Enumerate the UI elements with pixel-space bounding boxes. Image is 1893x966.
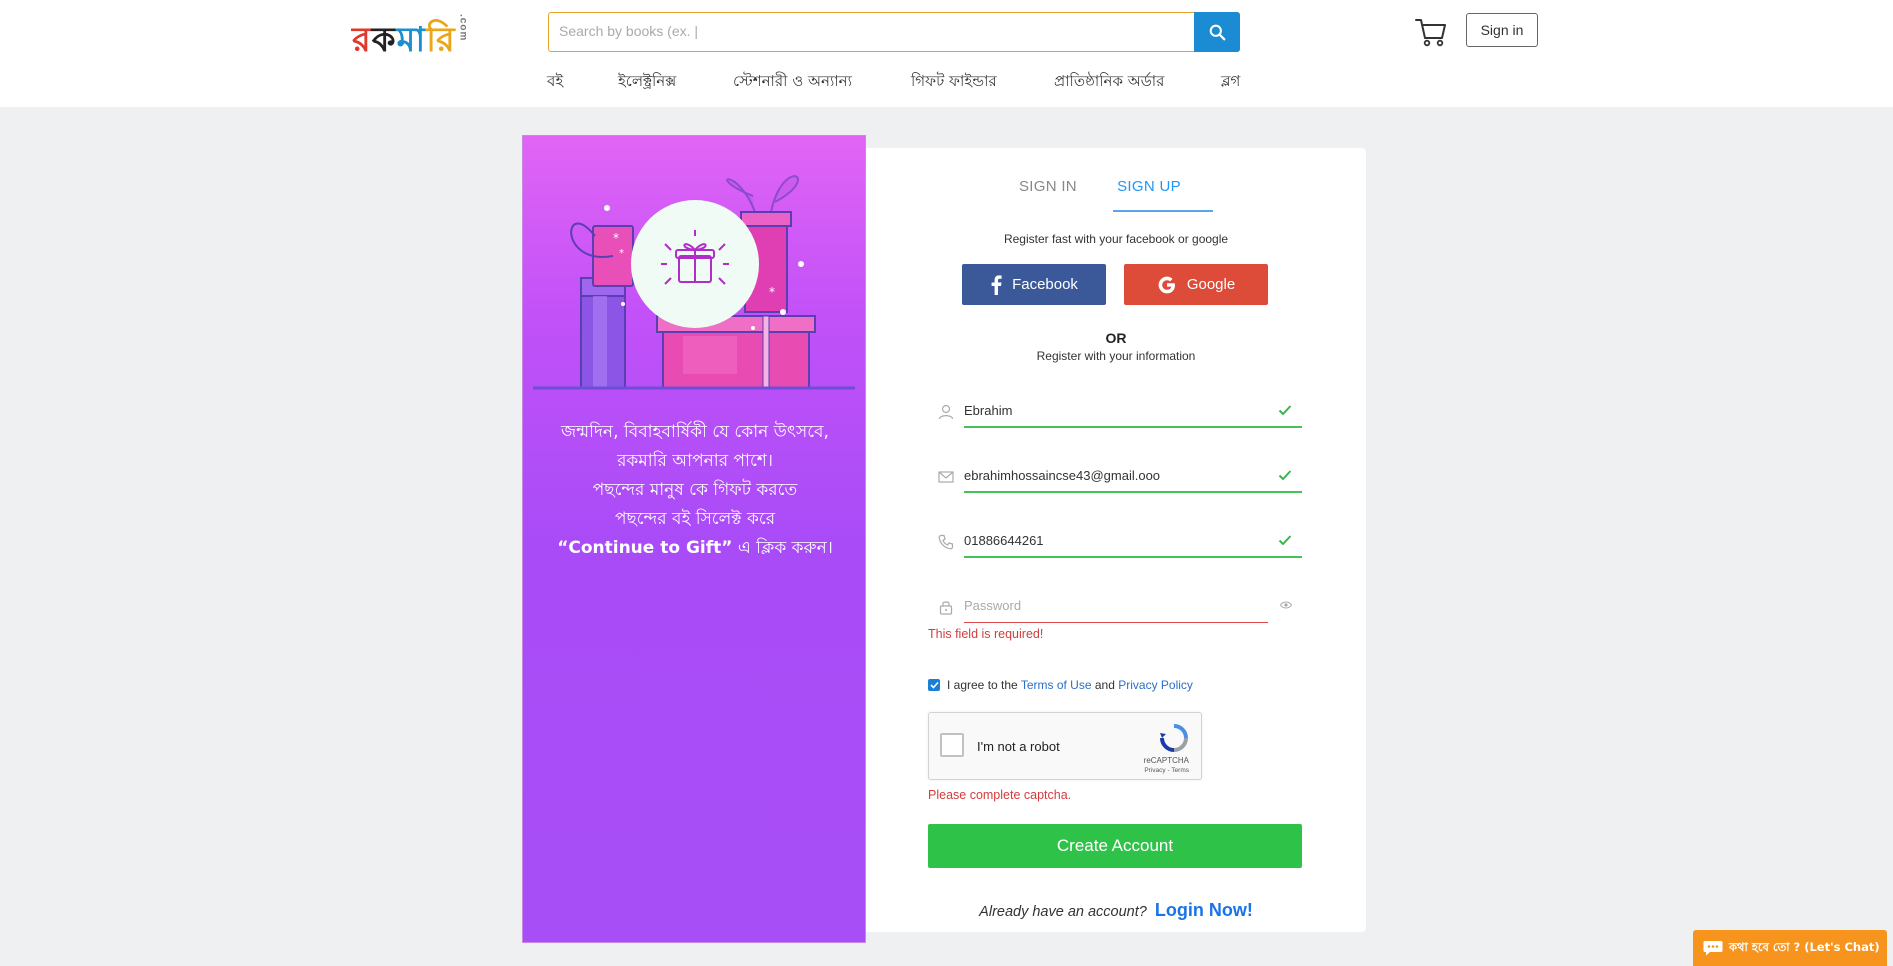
name-field-underline — [964, 426, 1302, 428]
chat-bubble-icon — [1703, 941, 1723, 956]
nav-item-books[interactable]: বই — [547, 70, 563, 95]
google-icon — [1158, 276, 1175, 293]
checkmark-icon — [1278, 405, 1292, 416]
nav-item-institutional-order[interactable]: প্রাতিষ্ঠানিক অর্ডার — [1054, 70, 1164, 95]
phone-field — [928, 524, 1302, 558]
phone-field-underline — [964, 556, 1302, 558]
recaptcha-brand: reCAPTCHA — [1143, 756, 1189, 765]
login-now-link[interactable]: Login Now! — [1155, 900, 1253, 920]
gift-promo-text: জন্মদিন, বিবাহবার্ষিকী যে কোন উৎসবে, রকম… — [535, 418, 855, 563]
eye-icon[interactable] — [1280, 601, 1292, 609]
already-have-account: Already have an account? Login Now! — [866, 900, 1366, 921]
logo-letter: রি — [426, 20, 456, 60]
agree-prefix: I agree to the — [947, 678, 1021, 692]
register-fast-text: Register fast with your facebook or goog… — [1003, 232, 1229, 246]
terms-agreement: I agree to the Terms of Use and Privacy … — [928, 678, 1193, 692]
phone-icon — [938, 534, 954, 550]
promo-line-rest: এ ক্লিক করুন। — [732, 538, 833, 558]
name-field — [928, 394, 1302, 428]
chat-label: কথা হবে তো ? (Let's Chat) — [1729, 939, 1880, 954]
logo-letter: র — [352, 20, 372, 60]
privacy-policy-link[interactable]: Privacy Policy — [1118, 678, 1193, 692]
svg-text:*: * — [769, 285, 775, 299]
register-info-text: Register with your information — [1036, 349, 1196, 363]
name-input[interactable] — [964, 394, 1264, 426]
checkmark-icon — [1278, 535, 1292, 546]
gift-boxes-illustration: * * * — [533, 175, 855, 390]
nav-item-blog[interactable]: ব্লগ — [1221, 70, 1240, 95]
recaptcha-logo-icon — [1160, 724, 1188, 752]
facebook-icon — [991, 274, 1002, 295]
agree-checkbox[interactable] — [928, 679, 940, 691]
search-input[interactable] — [549, 13, 1209, 49]
logo-letter: ক — [371, 20, 397, 60]
search-button[interactable] — [1194, 12, 1240, 52]
user-icon — [938, 404, 954, 420]
facebook-label: Facebook — [1012, 276, 1078, 293]
promo-line: জন্মদিন, বিবাহবার্ষিকী যে কোন উৎসবে, — [561, 422, 829, 442]
captcha-error: Please complete captcha. — [928, 788, 1072, 802]
logo-suffix: .com — [457, 14, 469, 42]
already-text: Already have an account? — [979, 904, 1147, 920]
recaptcha-checkbox[interactable] — [940, 733, 964, 757]
email-field-underline — [964, 491, 1302, 493]
promo-line: রকমারি আপনার পাশে। — [617, 451, 773, 471]
svg-text:*: * — [613, 231, 619, 245]
promo-line: পছন্দের বই সিলেক্ট করে — [614, 509, 776, 529]
signup-card: SIGN IN SIGN UP Register fast with your … — [866, 148, 1366, 932]
phone-input[interactable] — [964, 524, 1264, 556]
checkbox-check-icon — [929, 681, 939, 689]
lets-chat-button[interactable]: কথা হবে তো ? (Let's Chat) — [1693, 930, 1887, 966]
email-input[interactable] — [964, 459, 1264, 491]
header-signin-button[interactable]: Sign in — [1466, 13, 1538, 47]
envelope-icon — [938, 471, 954, 483]
search-bar — [548, 12, 1240, 52]
create-account-button[interactable]: Create Account — [928, 824, 1302, 868]
promo-line: পছন্দের মানুষ কে গিফট করতে — [592, 480, 798, 500]
promo-line: “Continue to Gift” এ ক্লিক করুন। — [535, 534, 855, 563]
nav-item-stationery[interactable]: স্টেশনারী ও অন্যান্য — [733, 70, 852, 95]
or-divider: OR — [1105, 330, 1127, 346]
recaptcha-label: I'm not a robot — [977, 739, 1060, 754]
google-label: Google — [1186, 276, 1236, 293]
nav-item-electronics[interactable]: ইলেক্ট্রনিক্স — [618, 70, 676, 95]
rokomari-logo[interactable]: রকমারি .com — [352, 14, 469, 71]
site-header: রকমারি.com Sign in বই ইলেক্ট্রনিক্স স্টে… — [0, 0, 1893, 107]
tab-signup[interactable]: SIGN UP — [1099, 178, 1199, 195]
google-signup-button[interactable]: Google — [1124, 264, 1268, 305]
lock-icon — [939, 601, 953, 615]
password-input[interactable] — [964, 589, 1264, 621]
password-error: This field is required! — [928, 627, 1044, 641]
agree-and: and — [1091, 678, 1119, 692]
search-icon — [1209, 24, 1225, 40]
checkmark-icon — [1278, 470, 1292, 481]
recaptcha-links[interactable]: Privacy - Terms — [1144, 767, 1189, 774]
recaptcha-widget: I'm not a robot reCAPTCHA Privacy - Term… — [928, 712, 1202, 780]
cart-icon[interactable] — [1414, 16, 1448, 48]
nav-item-gift-finder[interactable]: গিফট ফাইন্ডার — [911, 70, 997, 95]
svg-text:*: * — [619, 248, 624, 259]
password-field-underline — [964, 622, 1268, 623]
gift-promo-panel: * * * জন্মদিন, বিবাহবার্ষিকী যে কোন উৎসব… — [522, 135, 866, 943]
facebook-signup-button[interactable]: Facebook — [962, 264, 1106, 305]
tab-signin[interactable]: SIGN IN — [1019, 178, 1077, 195]
terms-of-use-link[interactable]: Terms of Use — [1021, 678, 1092, 692]
password-field — [928, 589, 1302, 623]
logo-letter: মা — [396, 20, 427, 60]
active-tab-indicator — [1113, 210, 1213, 212]
email-field — [928, 459, 1302, 493]
promo-continue-to-gift: “Continue to Gift” — [557, 538, 733, 558]
